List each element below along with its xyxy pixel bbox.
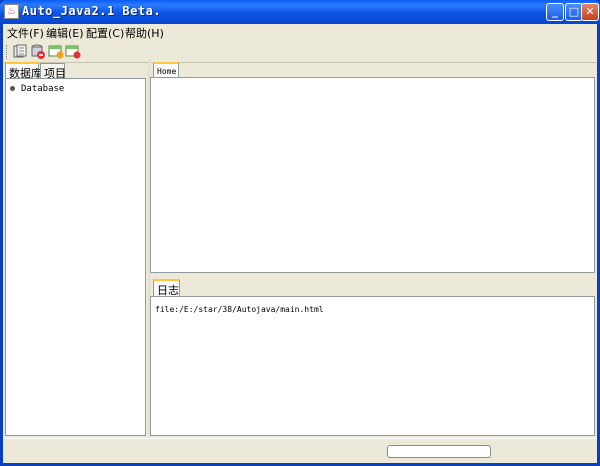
close-icon: ✕ — [585, 5, 595, 18]
tab-home[interactable]: Home — [153, 62, 179, 78]
toolbar-grip-icon[interactable] — [6, 45, 10, 59]
menu-bar: 文件(F) 编辑(E) 配置(C) 帮助(H) — [3, 24, 597, 41]
close-button[interactable]: ✕ — [581, 3, 599, 21]
client-area: 文件(F) 编辑(E) 配置(C) 帮助(H) 数据库 项目 Database … — [3, 24, 597, 463]
tab-log[interactable]: 日志 — [153, 279, 180, 297]
title-bar[interactable]: ♨ Auto_Java2.1 Beta. _ □ ✕ — [0, 0, 600, 24]
home-editor[interactable] — [150, 77, 595, 273]
database-panel: 数据库 项目 Database — [3, 59, 148, 437]
app-window: ♨ Auto_Java2.1 Beta. _ □ ✕ 文件(F) 编辑(E) 配… — [0, 0, 600, 466]
progress-bar — [387, 445, 491, 458]
table-add-icon[interactable] — [48, 44, 64, 59]
tree-node-label: Database — [21, 84, 65, 94]
tab-project[interactable]: 项目 — [40, 63, 66, 80]
tree-node-database[interactable]: Database — [10, 84, 64, 94]
database-delete-icon[interactable] — [30, 44, 46, 59]
window-title: Auto_Java2.1 Beta. — [22, 4, 162, 18]
menu-file[interactable]: 文件(F) — [7, 25, 44, 41]
tab-database[interactable]: 数据库 — [5, 62, 42, 80]
menu-config[interactable]: 配置(C) — [86, 25, 124, 41]
database-tree[interactable]: Database — [5, 78, 146, 436]
log-panel[interactable]: file:/E:/star/38/Autojava/main.html — [150, 296, 595, 436]
status-bar — [3, 438, 597, 464]
menu-help[interactable]: 帮助(H) — [125, 25, 164, 41]
log-line: file:/E:/star/38/Autojava/main.html — [155, 305, 324, 314]
database-list-icon[interactable] — [12, 44, 28, 59]
minimize-icon: _ — [552, 5, 558, 18]
menu-edit[interactable]: 编辑(E) — [46, 25, 84, 41]
java-app-icon[interactable]: ♨ — [4, 4, 19, 19]
maximize-icon: □ — [568, 5, 580, 18]
table-remove-icon[interactable] — [65, 44, 81, 59]
tree-bullet-icon — [10, 86, 15, 91]
minimize-button[interactable]: _ — [546, 3, 564, 21]
